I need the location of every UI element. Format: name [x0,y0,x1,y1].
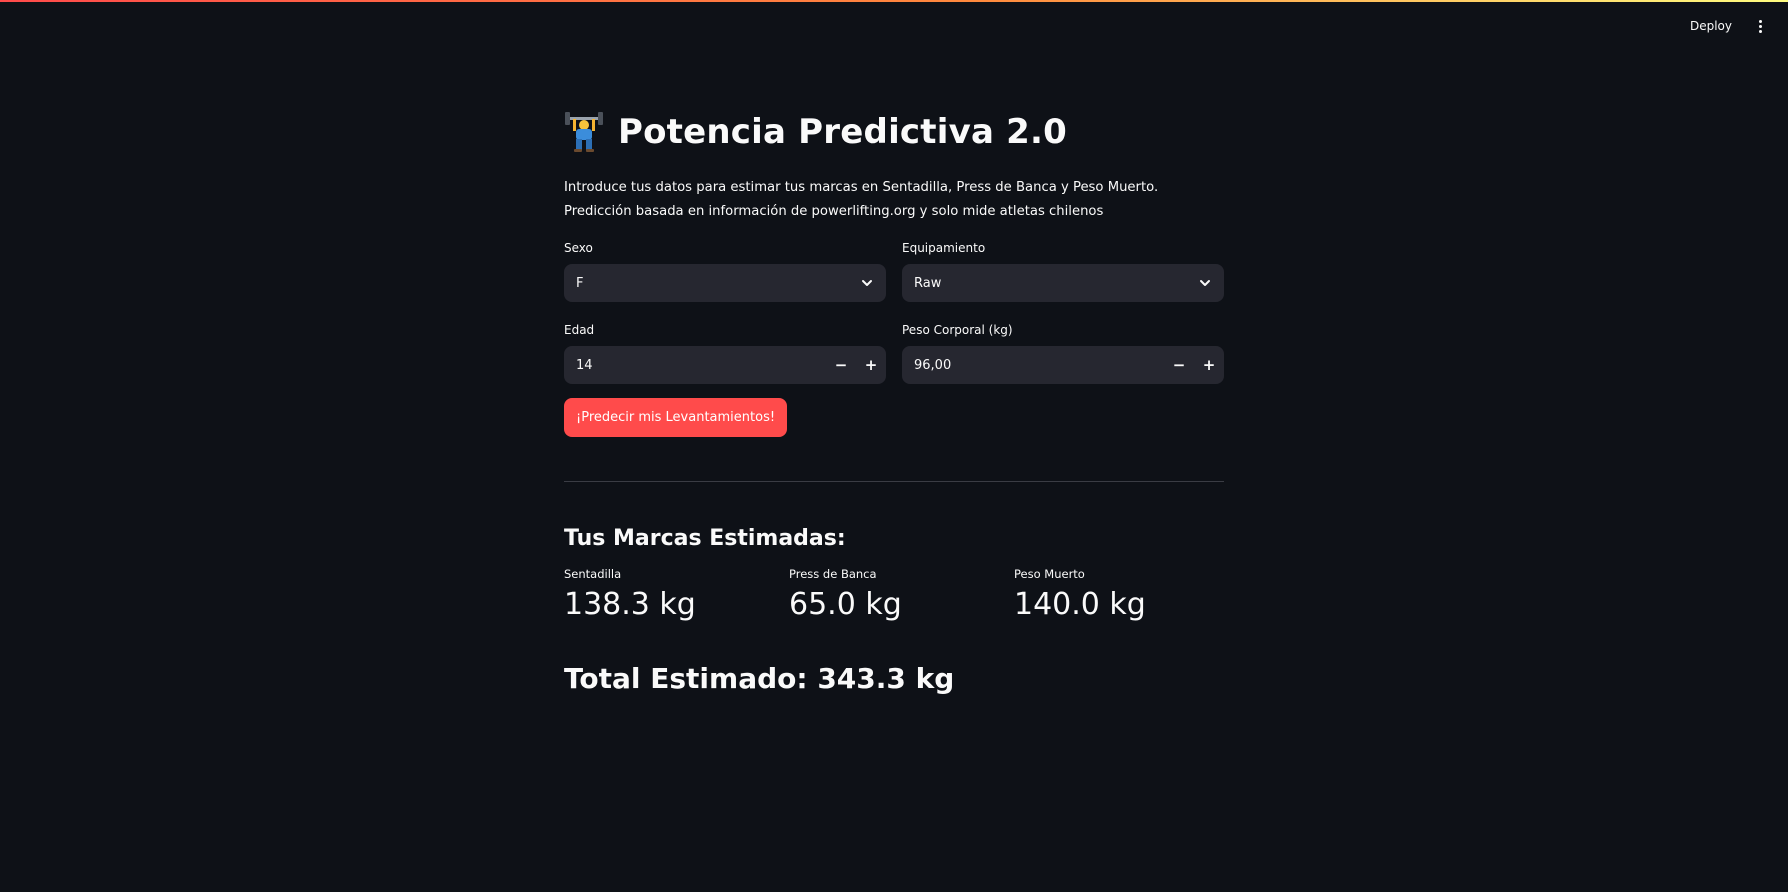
edad-input[interactable]: 14 [576,358,826,373]
intro-text: Introduce tus datos para estimar tus mar… [564,180,1159,219]
peso-decrement-button[interactable]: − [1164,346,1194,384]
equipamiento-select[interactable]: Raw [902,264,1224,302]
predict-button[interactable]: ¡Predecir mis Levantamientos! [564,398,788,437]
edad-number-input: 14 − + [564,346,886,384]
peso-field: Peso Corporal (kg) 96,00 − + [902,320,1224,384]
sexo-select[interactable]: F [564,264,886,302]
equipamiento-value: Raw [914,275,942,291]
deploy-button[interactable]: Deploy [1690,19,1732,33]
total-heading: Total Estimado: 343.3 kg [564,662,955,695]
metric-label: Press de Banca [789,567,877,581]
top-accent-bar [0,0,1788,2]
form-row-2: Edad 14 − + Peso Corporal (kg) 96,00 − + [564,320,1224,384]
equipamiento-field: Equipamiento Raw [902,238,1224,302]
results-heading: Tus Marcas Estimadas: [564,526,846,551]
form-row-1: Sexo F Equipamiento Raw [564,238,1224,302]
kebab-menu-icon[interactable] [1752,17,1768,35]
title-row: Potencia Predictiva 2.0 [564,104,1224,160]
metric-press-banca: Press de Banca 65.0 kg [789,567,1014,622]
peso-number-input: 96,00 − + [902,346,1224,384]
sexo-field: Sexo F [564,238,886,302]
main-content: Potencia Predictiva 2.0 Introduce tus da… [564,104,1224,695]
app-toolbar: Deploy [1690,17,1768,35]
metric-value: 138.3 kg [564,587,696,622]
sexo-value: F [576,275,584,291]
metrics-row: Sentadilla 138.3 kg Press de Banca 65.0 … [564,567,1224,622]
equipamiento-label: Equipamiento [902,241,986,255]
edad-label: Edad [564,323,595,337]
peso-label: Peso Corporal (kg) [902,323,1013,337]
edad-decrement-button[interactable]: − [826,346,856,384]
metric-value: 65.0 kg [789,587,902,622]
peso-input[interactable]: 96,00 [914,358,1164,373]
sexo-label: Sexo [564,241,593,255]
peso-increment-button[interactable]: + [1194,346,1224,384]
chevron-down-icon [1200,280,1210,286]
weightlifter-emoji-icon [565,112,603,152]
metric-label: Sentadilla [564,567,622,581]
metric-value: 140.0 kg [1014,587,1146,622]
divider [564,481,1224,482]
edad-increment-button[interactable]: + [856,346,886,384]
metric-peso-muerto: Peso Muerto 140.0 kg [1014,567,1224,622]
edad-field: Edad 14 − + [564,320,886,384]
page-title: Potencia Predictiva 2.0 [618,112,1067,152]
metric-label: Peso Muerto [1014,567,1085,581]
chevron-down-icon [862,280,872,286]
metric-sentadilla: Sentadilla 138.3 kg [564,567,789,622]
